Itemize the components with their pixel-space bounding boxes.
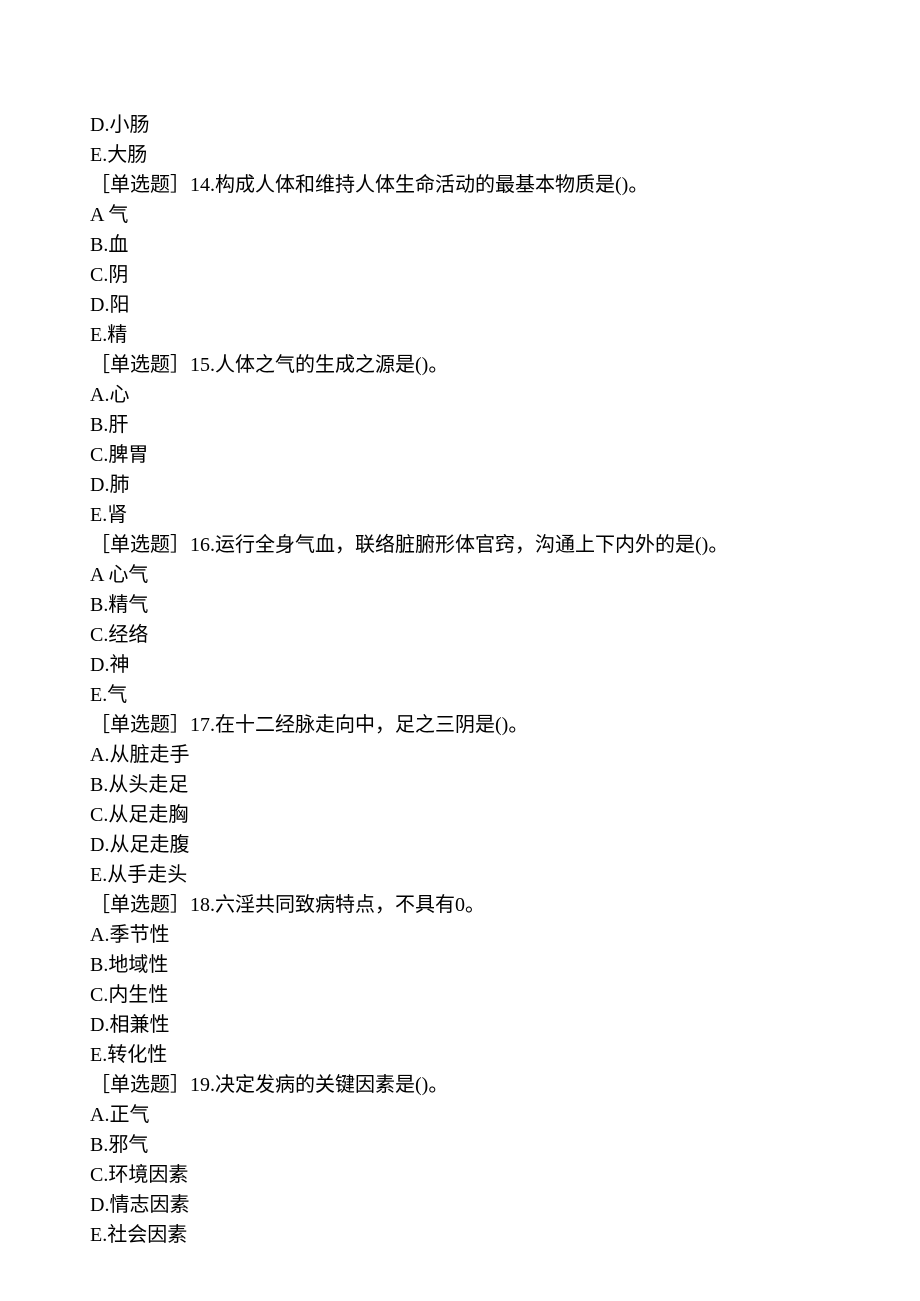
option-c: C.阴	[90, 260, 830, 290]
option-d: D.肺	[90, 470, 830, 500]
option-a: A.季节性	[90, 920, 830, 950]
option-a: A.正气	[90, 1100, 830, 1130]
option-e: E.社会因素	[90, 1220, 830, 1250]
option-e: E.转化性	[90, 1040, 830, 1070]
option-e: E.肾	[90, 500, 830, 530]
document-page: D.小肠 E.大肠 ［单选题］14.构成人体和维持人体生命活动的最基本物质是()…	[0, 0, 920, 1301]
option-e: E.大肠	[90, 140, 830, 170]
option-b: B.邪气	[90, 1130, 830, 1160]
option-e: E.精	[90, 320, 830, 350]
option-d: D.小肠	[90, 110, 830, 140]
option-d: D.相兼性	[90, 1010, 830, 1040]
option-b: B.血	[90, 230, 830, 260]
question-16: ［单选题］16.运行全身气血，联络脏腑形体官窍，沟通上下内外的是()。	[90, 530, 830, 560]
question-19: ［单选题］19.决定发病的关键因素是()。	[90, 1070, 830, 1100]
option-a: A 心气	[90, 560, 830, 590]
option-e: E.气	[90, 680, 830, 710]
option-d: D.情志因素	[90, 1190, 830, 1220]
option-a: A.从脏走手	[90, 740, 830, 770]
option-d: D.从足走腹	[90, 830, 830, 860]
question-14: ［单选题］14.构成人体和维持人体生命活动的最基本物质是()。	[90, 170, 830, 200]
option-c: C.脾胃	[90, 440, 830, 470]
option-c: C.从足走胸	[90, 800, 830, 830]
question-17: ［单选题］17.在十二经脉走向中，足之三阴是()。	[90, 710, 830, 740]
option-e: E.从手走头	[90, 860, 830, 890]
option-d: D.阳	[90, 290, 830, 320]
option-d: D.神	[90, 650, 830, 680]
option-b: B.精气	[90, 590, 830, 620]
option-c: C.环境因素	[90, 1160, 830, 1190]
option-b: B.肝	[90, 410, 830, 440]
option-a: A.心	[90, 380, 830, 410]
question-15: ［单选题］15.人体之气的生成之源是()。	[90, 350, 830, 380]
option-b: B.地域性	[90, 950, 830, 980]
option-c: C.内生性	[90, 980, 830, 1010]
option-b: B.从头走足	[90, 770, 830, 800]
question-18: ［单选题］18.六淫共同致病特点，不具有0。	[90, 890, 830, 920]
option-c: C.经络	[90, 620, 830, 650]
option-a: A 气	[90, 200, 830, 230]
